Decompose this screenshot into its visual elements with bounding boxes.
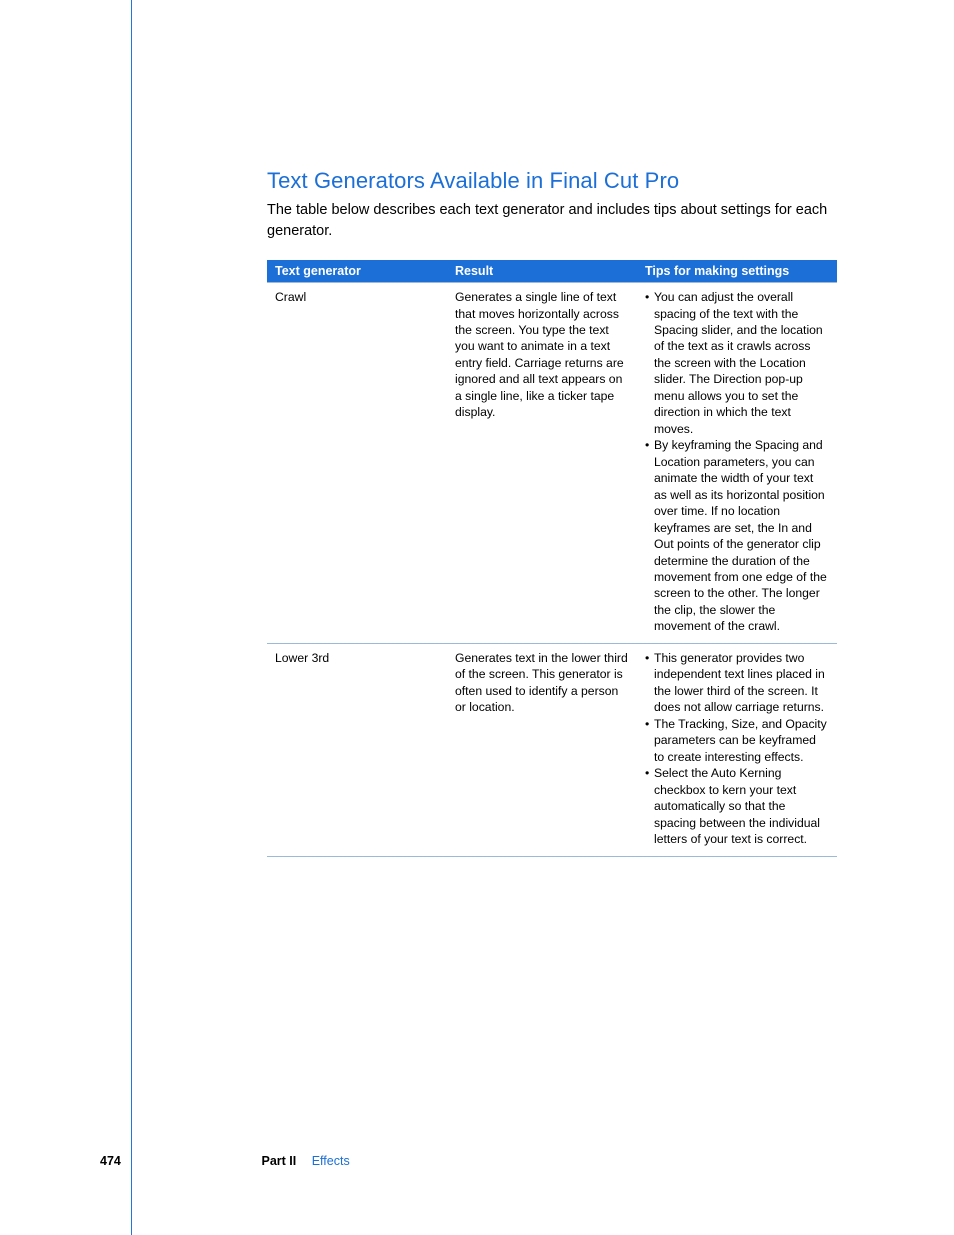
tips-list: You can adjust the overall spacing of th…: [645, 289, 829, 635]
page: Text Generators Available in Final Cut P…: [0, 0, 954, 1235]
content-area: Text Generators Available in Final Cut P…: [267, 168, 837, 857]
cell-generator: Lower 3rd: [267, 643, 447, 856]
cell-tips: You can adjust the overall spacing of th…: [637, 283, 837, 644]
tip-item: Select the Auto Kerning checkbox to kern…: [645, 765, 829, 847]
tip-item: This generator provides two independent …: [645, 650, 829, 716]
table-row: Lower 3rd Generates text in the lower th…: [267, 643, 837, 856]
cell-result: Generates a single line of text that mov…: [447, 283, 637, 644]
intro-paragraph: The table below describes each text gene…: [267, 200, 837, 242]
cell-tips: This generator provides two independent …: [637, 643, 837, 856]
tip-item: You can adjust the overall spacing of th…: [645, 289, 829, 437]
page-footer: 474 Part II Effects: [100, 1154, 840, 1168]
part-label: Part II: [261, 1154, 296, 1168]
cell-generator: Crawl: [267, 283, 447, 644]
table-header-row: Text generator Result Tips for making se…: [267, 260, 837, 283]
header-generator: Text generator: [267, 260, 447, 283]
page-number: 474: [100, 1154, 258, 1168]
generators-table: Text generator Result Tips for making se…: [267, 260, 837, 856]
margin-rule: [131, 0, 132, 1235]
tips-list: This generator provides two independent …: [645, 650, 829, 848]
header-result: Result: [447, 260, 637, 283]
tip-item: The Tracking, Size, and Opacity paramete…: [645, 716, 829, 765]
cell-result: Generates text in the lower third of the…: [447, 643, 637, 856]
table-row: Crawl Generates a single line of text th…: [267, 283, 837, 644]
tip-item: By keyframing the Spacing and Location p…: [645, 437, 829, 635]
section-heading: Text Generators Available in Final Cut P…: [267, 168, 837, 194]
header-tips: Tips for making settings: [637, 260, 837, 283]
chapter-name: Effects: [312, 1154, 350, 1168]
